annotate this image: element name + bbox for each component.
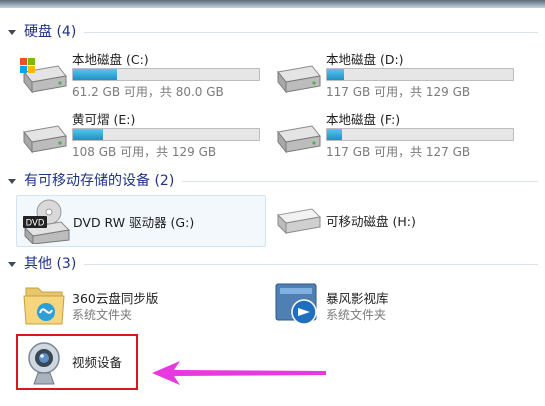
group-divider <box>182 180 538 182</box>
drive-name: 本地磁盘 (F:) <box>326 112 401 127</box>
drive-name: 可移动磁盘 (H:) <box>326 214 416 229</box>
drive-space-text: 108 GB 可用，共 129 GB <box>72 145 217 159</box>
drive-space-text: 117 GB 可用，共 127 GB <box>326 145 471 159</box>
drive-item-d[interactable]: 本地磁盘 (D:) 117 GB 可用，共 129 GB <box>270 48 520 100</box>
hard-drive-windows-icon <box>20 58 67 94</box>
cloud-folder-icon <box>23 287 65 325</box>
drive-name: DVD RW 驱动器 (G:) <box>73 215 195 230</box>
drive-item-g-dvd[interactable]: DVD DVD RW 驱动器 (G:) <box>16 195 266 247</box>
group-divider <box>84 31 538 33</box>
item-360-cloud-sync[interactable]: 360云盘同步版 系统文件夹 <box>16 278 266 328</box>
drive-name: 黄可熠 (E:) <box>72 112 136 127</box>
item-name: 暴风影视库 <box>326 291 389 306</box>
group-header-hard-disks[interactable]: 硬盘 (4) <box>8 20 538 42</box>
highlight-box <box>16 334 138 390</box>
drive-name: 本地磁盘 (D:) <box>326 52 404 67</box>
drive-usage-bar <box>326 128 514 141</box>
drive-usage-bar <box>326 68 514 81</box>
collapse-icon[interactable] <box>8 261 16 267</box>
drive-item-c[interactable]: 本地磁盘 (C:) 61.2 GB 可用，共 80.0 GB <box>16 48 266 100</box>
group-title: 有可移动存储的设备 (2) <box>24 173 175 189</box>
drive-item-f[interactable]: 本地磁盘 (F:) 117 GB 可用，共 127 GB <box>270 108 520 160</box>
item-name: 360云盘同步版 <box>72 291 159 306</box>
group-divider <box>84 263 538 265</box>
collapse-icon[interactable] <box>8 29 16 35</box>
pointer-arrow-icon <box>152 361 326 385</box>
collapse-icon[interactable] <box>8 178 16 184</box>
hard-drive-icon <box>23 125 67 154</box>
group-title: 硬盘 (4) <box>24 24 77 40</box>
drive-usage-bar <box>72 128 260 141</box>
drive-item-e[interactable]: 黄可熠 (E:) 108 GB 可用，共 129 GB <box>16 108 266 160</box>
removable-disk-icon <box>276 208 322 235</box>
drive-usage-bar <box>72 68 260 81</box>
window-top-border <box>0 0 545 8</box>
drive-item-h-removable[interactable]: 可移动磁盘 (H:) <box>270 195 520 245</box>
drive-space-text: 117 GB 可用，共 129 GB <box>326 85 471 99</box>
hard-drive-icon <box>277 65 321 94</box>
item-storm-media-library[interactable]: 暴风影视库 系统文件夹 <box>270 278 520 328</box>
hard-drive-icon <box>277 125 321 154</box>
group-title: 其他 (3) <box>24 256 77 272</box>
group-header-removable-storage[interactable]: 有可移动存储的设备 (2) <box>8 169 538 191</box>
drive-name: 本地磁盘 (C:) <box>72 52 149 67</box>
item-type: 系统文件夹 <box>326 308 387 322</box>
group-header-other[interactable]: 其他 (3) <box>8 252 538 274</box>
dvd-badge: DVD <box>26 219 45 229</box>
drive-space-text: 61.2 GB 可用，共 80.0 GB <box>72 85 224 99</box>
item-type: 系统文件夹 <box>72 308 133 322</box>
dvd-drive-icon: DVD <box>23 199 71 244</box>
media-library-icon <box>275 283 317 325</box>
